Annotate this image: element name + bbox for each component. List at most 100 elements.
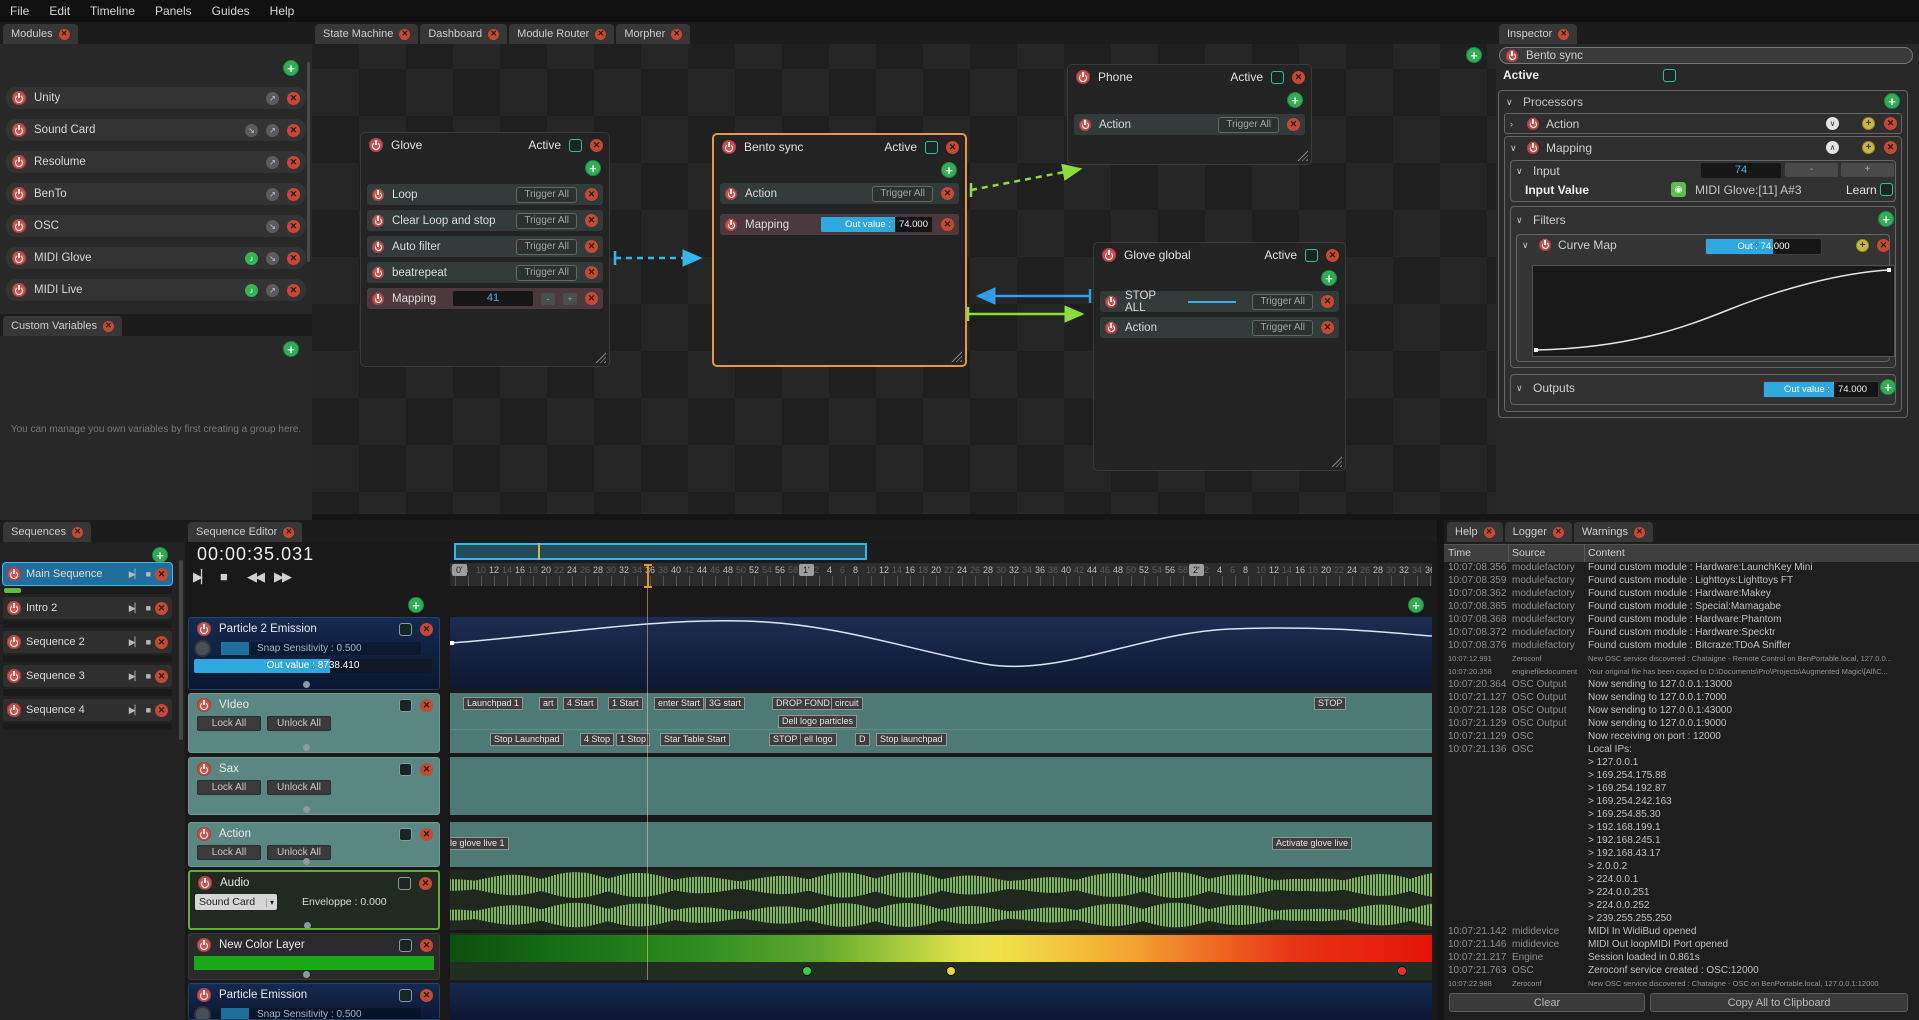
trigger-all-button[interactable]: Trigger All: [1252, 320, 1313, 336]
add-icon[interactable]: +: [1862, 117, 1875, 130]
timeline-ruler[interactable]: 6810121416182022242628303234363840424446…: [450, 563, 1432, 586]
trigger-chip[interactable]: 4 Start: [563, 697, 598, 710]
power-icon[interactable]: [197, 698, 211, 712]
delete-icon[interactable]: ✕: [1321, 321, 1334, 334]
layer-checkbox[interactable]: [399, 939, 412, 952]
play-icon[interactable]: ▶▏: [193, 569, 209, 585]
close-icon[interactable]: ✕: [59, 29, 70, 40]
layer-header-color[interactable]: New Color Layer✕: [188, 933, 440, 980]
node-header[interactable]: Bento syncActive✕: [714, 135, 965, 154]
close-icon[interactable]: ✕: [72, 527, 83, 538]
playhead-needle[interactable]: [647, 564, 649, 588]
trigger-row[interactable]: ActionTrigger All✕: [1074, 114, 1305, 135]
layer-track[interactable]: [450, 870, 1432, 930]
trigger-row[interactable]: ActionTrigger All✕: [1100, 317, 1339, 338]
close-icon[interactable]: ✕: [1553, 527, 1564, 538]
delete-icon[interactable]: ✕: [1287, 118, 1300, 131]
lock-all-button[interactable]: Lock All: [197, 780, 261, 795]
sequence-item[interactable]: Sequence 4▶▏■✕: [3, 699, 172, 730]
power-icon[interactable]: [372, 189, 384, 201]
forward-icon[interactable]: ▶▶: [274, 569, 290, 585]
power-icon[interactable]: [198, 876, 212, 890]
add-icon[interactable]: +: [1862, 141, 1875, 154]
close-icon[interactable]: ✕: [946, 141, 959, 154]
stop-icon[interactable]: ■: [146, 705, 150, 715]
play-icon[interactable]: ▶▏: [129, 637, 141, 648]
power-icon[interactable]: [197, 622, 211, 636]
increment-button[interactable]: +: [563, 293, 577, 305]
close-icon[interactable]: ✕: [287, 124, 300, 137]
tab-sequence-editor[interactable]: Sequence Editor✕: [188, 522, 302, 542]
add-command-button[interactable]: +: [1287, 92, 1303, 108]
delete-icon[interactable]: ✕: [1321, 295, 1334, 308]
curve-out-slider[interactable]: Out : 74.000: [1705, 238, 1822, 255]
sequence-item[interactable]: Main Sequence▶▏■✕: [3, 563, 172, 594]
close-icon[interactable]: ✕: [488, 29, 499, 40]
layer-track[interactable]: [450, 983, 1432, 1020]
color-gradient-bar[interactable]: [450, 935, 1432, 962]
decrement-button[interactable]: -: [541, 293, 555, 305]
collapse-icon[interactable]: ∨: [1826, 117, 1839, 130]
power-icon[interactable]: [7, 703, 21, 717]
column-content[interactable]: Content: [1588, 547, 1625, 559]
power-icon[interactable]: [12, 251, 26, 265]
collapse-dot[interactable]: [303, 806, 310, 813]
node-header[interactable]: Glove globalActive✕: [1094, 243, 1345, 262]
trigger-all-button[interactable]: Trigger All: [516, 187, 577, 203]
increment-button[interactable]: +: [1841, 163, 1894, 177]
close-icon[interactable]: ✕: [155, 670, 168, 683]
power-icon[interactable]: [7, 635, 21, 649]
tab-state-machine[interactable]: State Machine✕: [315, 24, 418, 44]
trigger-chip[interactable]: Dell logo particles: [778, 715, 857, 728]
module-row[interactable]: Unity↗✕: [6, 87, 306, 109]
power-icon[interactable]: [197, 827, 211, 841]
layer-track[interactable]: [450, 617, 1432, 690]
close-icon[interactable]: ✕: [590, 139, 603, 152]
sequence-item[interactable]: Intro 2▶▏■✕: [3, 597, 172, 628]
trigger-row[interactable]: Auto filterTrigger All✕: [367, 236, 603, 257]
power-icon[interactable]: [1105, 296, 1117, 308]
close-icon[interactable]: ✕: [103, 321, 114, 332]
trigger-chip[interactable]: DROP FOND: [772, 697, 834, 710]
trigger-row[interactable]: beatrepeatTrigger All✕: [367, 262, 603, 283]
trigger-all-button[interactable]: Trigger All: [516, 265, 577, 281]
close-icon[interactable]: ✕: [287, 188, 300, 201]
close-icon[interactable]: ✕: [420, 828, 433, 841]
power-icon[interactable]: [722, 140, 736, 154]
layer-header-particle[interactable]: Particle Emission✕Snap Sensitivity : 0.5…: [188, 983, 440, 1020]
delete-icon[interactable]: ✕: [1877, 239, 1890, 252]
close-icon[interactable]: ✕: [420, 763, 433, 776]
snap-sensitivity-slider[interactable]: Snap Sensitivity : 0.500: [221, 642, 421, 655]
trigger-all-button[interactable]: Trigger All: [1218, 117, 1279, 133]
close-icon[interactable]: ✕: [155, 704, 168, 717]
close-icon[interactable]: ✕: [420, 623, 433, 636]
trigger-all-button[interactable]: Trigger All: [516, 213, 577, 229]
scrollbar[interactable]: [307, 62, 310, 262]
output-arrow-icon[interactable]: ↗: [266, 284, 279, 297]
power-icon[interactable]: [1079, 119, 1091, 131]
close-icon[interactable]: ✕: [420, 989, 433, 1002]
filters-header[interactable]: ∨Filters: [1516, 213, 1566, 227]
trigger-chip[interactable]: ell logo: [800, 733, 837, 746]
close-icon[interactable]: ✕: [287, 156, 300, 169]
trigger-chip[interactable]: circuit: [831, 697, 863, 710]
trigger-chip[interactable]: 1 Start: [608, 697, 643, 710]
tab-warnings[interactable]: Warnings✕: [1574, 522, 1653, 542]
tab-custom-variables[interactable]: Custom Variables✕: [3, 316, 122, 336]
activity-icon[interactable]: ♪: [245, 252, 258, 265]
output-arrow-icon[interactable]: ↗: [266, 156, 279, 169]
collapse-dot[interactable]: [303, 681, 310, 688]
stop-icon[interactable]: ■: [146, 603, 150, 613]
input-arrow-icon[interactable]: ↘: [266, 252, 279, 265]
trigger-chip[interactable]: STOP: [769, 733, 801, 746]
input-arrow-icon[interactable]: ↘: [245, 124, 258, 137]
stop-icon[interactable]: ■: [146, 569, 150, 579]
menu-help[interactable]: Help: [260, 4, 305, 18]
power-icon[interactable]: [197, 938, 211, 952]
output-arrow-icon[interactable]: ↗: [266, 92, 279, 105]
trigger-chip[interactable]: Stop Launchpad: [490, 733, 564, 746]
power-icon[interactable]: [1506, 50, 1518, 62]
power-icon[interactable]: [372, 267, 384, 279]
active-checkbox[interactable]: [569, 139, 582, 152]
trigger-chip[interactable]: able glove live 1: [450, 837, 509, 850]
